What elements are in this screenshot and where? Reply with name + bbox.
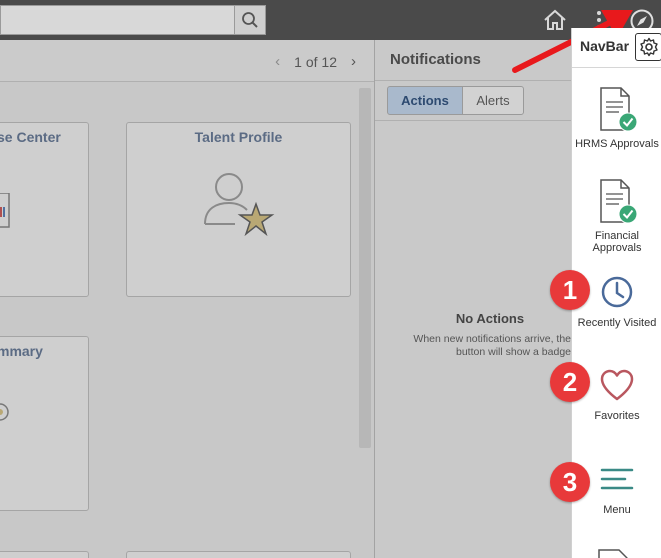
tile-service-center[interactable]: se Center [0, 122, 89, 297]
tab-actions[interactable]: Actions [387, 86, 463, 115]
approval-document-icon [600, 87, 638, 132]
empty-state-title: No Actions [455, 311, 525, 326]
tile-title: mmary [0, 343, 43, 359]
search-icon [242, 12, 258, 28]
approval-document-icon [600, 179, 638, 224]
clock-icon [601, 276, 633, 308]
divider [375, 120, 573, 121]
empty-state-description: When new notifications arrive, the butto… [413, 333, 571, 358]
navbar-item-label: HRMS Approvals [575, 138, 659, 150]
tile-bottom-right[interactable] [126, 551, 351, 558]
document-icon [598, 549, 628, 558]
tile-title: se Center [0, 129, 61, 145]
pager-next-button[interactable]: › [351, 53, 356, 70]
summary-icon [0, 403, 9, 421]
search-button[interactable] [234, 5, 266, 35]
navbar-settings-button[interactable] [635, 33, 661, 61]
tile-talent-profile[interactable]: Talent Profile [126, 122, 351, 297]
annotation-badge-1: 1 [550, 270, 590, 310]
homepage-content: ‹ 1 of 12 › se Center Talent Profile mma… [0, 40, 374, 558]
pager-prev-button[interactable]: ‹ [275, 53, 280, 70]
navbar-item-label: Recently Visited [577, 317, 657, 329]
navbar-item-financial-approvals[interactable]: Financial Approvals [572, 178, 661, 254]
gear-icon [639, 37, 658, 57]
menu-lines-icon [600, 468, 634, 490]
tile-bottom-left[interactable] [0, 551, 89, 558]
pager: ‹ 1 of 12 › [275, 53, 356, 70]
pager-text: 1 of 12 [294, 53, 337, 70]
talent-profile-icon [204, 173, 275, 237]
notifications-title: Notifications [390, 51, 481, 68]
tile-summary[interactable]: mmary [0, 336, 89, 511]
navbar-item-label: Financial Approvals [592, 230, 642, 254]
search-input[interactable] [0, 5, 234, 35]
books-icon [0, 193, 10, 228]
annotation-badge-3: 3 [550, 462, 590, 502]
content-scrollbar[interactable] [359, 88, 371, 448]
content-toolbar: ‹ 1 of 12 › [0, 40, 374, 82]
navbar-item-label: Favorites [594, 410, 640, 422]
tab-alerts[interactable]: Alerts [462, 86, 524, 115]
heart-icon [600, 369, 634, 401]
navbar-title: NavBar [580, 38, 630, 54]
navbar-item-hrms-approvals[interactable]: HRMS Approvals [572, 86, 661, 150]
navbar-item-label: Menu [603, 504, 631, 516]
annotation-badge-2: 2 [550, 362, 590, 402]
navbar-header: NavBar [572, 28, 661, 68]
tile-title: Talent Profile [194, 129, 283, 145]
notifications-panel: Notifications Actions Alerts No Actions … [374, 40, 573, 558]
